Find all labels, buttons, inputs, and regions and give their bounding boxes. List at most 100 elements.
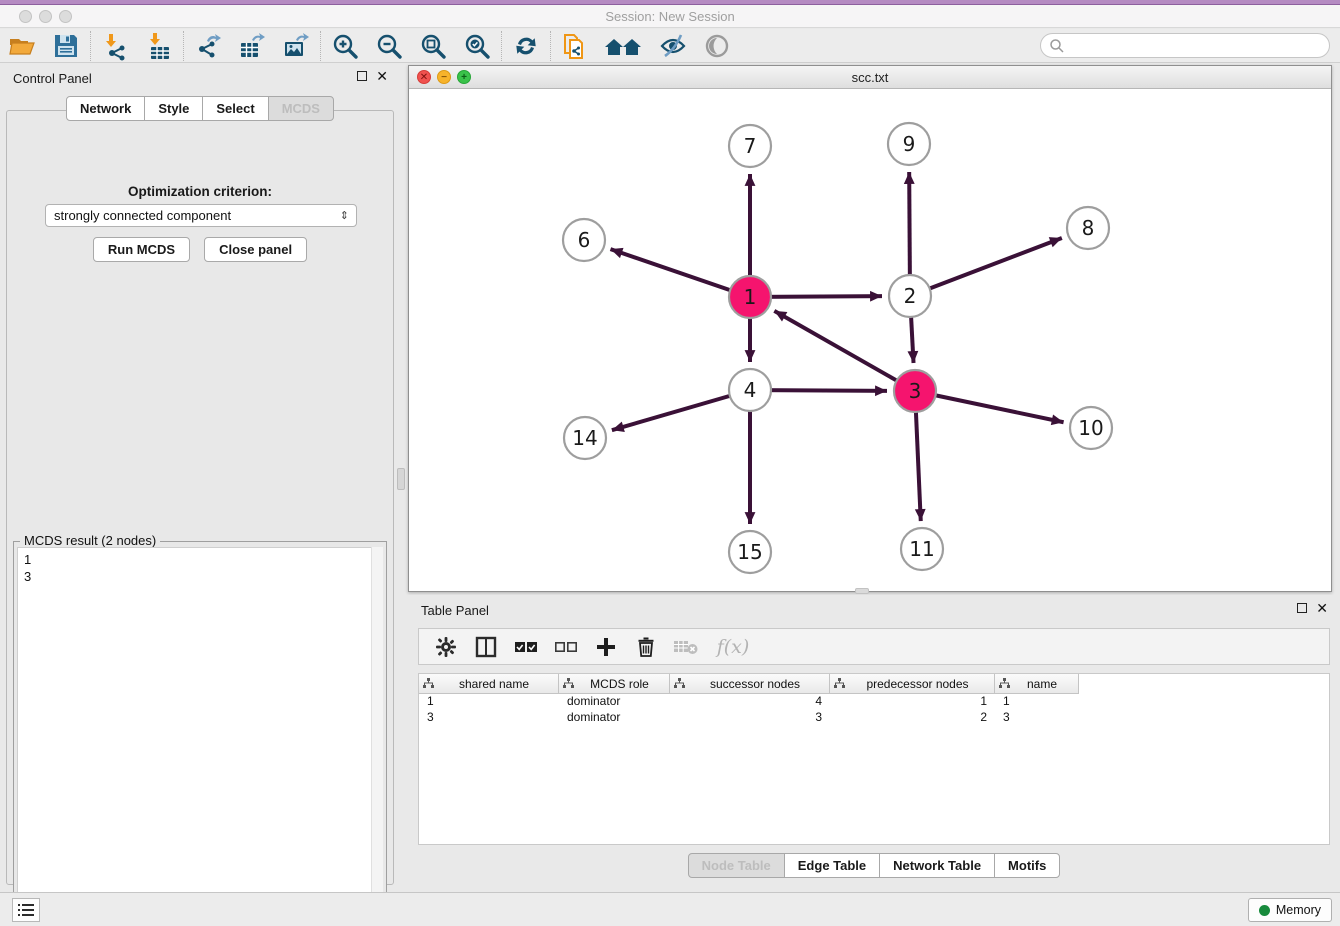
table-cell[interactable]: 2 [830,710,995,726]
zoom-fit-icon[interactable] [411,30,455,62]
import-table-icon[interactable] [137,30,181,62]
table-cell[interactable]: dominator [559,710,670,726]
graph-node-1[interactable]: 1 [729,276,771,318]
graph-edge-3-1[interactable] [774,311,915,391]
delete-icon[interactable] [633,634,659,660]
graph-node-15[interactable]: 15 [729,531,771,573]
table-cell[interactable]: 3 [995,710,1079,726]
select-all-icon[interactable] [513,634,539,660]
graph-node-7[interactable]: 7 [729,125,771,167]
table-cell[interactable]: 1 [419,694,559,710]
column-header-name[interactable]: name [995,674,1079,694]
zoom-out-icon[interactable] [367,30,411,62]
graph-node-10[interactable]: 10 [1070,407,1112,449]
search-field[interactable] [1040,33,1330,58]
function-builder-icon[interactable]: f(x) [713,634,753,660]
export-table-icon[interactable] [230,30,274,62]
graph-edge-2-8[interactable] [910,238,1062,296]
svg-text:6: 6 [578,228,591,252]
close-table-panel-icon[interactable]: ✕ [1316,603,1328,613]
search-input[interactable] [1065,36,1329,56]
tab-node-table[interactable]: Node Table [688,853,785,878]
export-image-icon[interactable] [274,30,318,62]
network-view-window: ✕ − + scc.txt 7 9 6 8 1 2 4 3 14 10 15 11 [408,65,1332,592]
graph-node-4[interactable]: 4 [729,369,771,411]
graph-node-2[interactable]: 2 [889,275,931,317]
memory-status-icon [1259,905,1270,916]
table-row[interactable]: 1dominator411 [419,694,1329,710]
tab-motifs[interactable]: Motifs [994,853,1060,878]
delete-table-icon[interactable] [673,634,699,660]
export-network-icon[interactable] [186,30,230,62]
open-session-icon[interactable] [0,30,44,62]
tab-style[interactable]: Style [144,96,203,121]
control-panel: Control Panel ✕ NetworkStyleSelectMCDS O… [0,63,400,892]
svg-text:8: 8 [1082,216,1095,240]
save-session-icon[interactable] [44,30,88,62]
svg-text:14: 14 [572,426,597,450]
panel-splitter-handle[interactable] [397,468,405,490]
column-edit-icon [563,678,574,689]
reset-view-icon[interactable] [597,30,651,62]
tab-network-table[interactable]: Network Table [879,853,995,878]
graph-edge-3-10[interactable] [915,391,1064,422]
gear-icon[interactable] [433,634,459,660]
table-cell[interactable]: 3 [670,710,830,726]
column-header-MCDS-role[interactable]: MCDS role [559,674,670,694]
column-edit-icon [999,678,1010,689]
zoom-in-icon[interactable] [323,30,367,62]
table-row[interactable]: 3dominator323 [419,710,1329,726]
graph-node-14[interactable]: 14 [564,417,606,459]
table-cell[interactable]: 1 [995,694,1079,710]
deselect-all-icon[interactable] [553,634,579,660]
toolbar-separator [183,31,184,61]
table-panel-tabs: Node TableEdge TableNetwork TableMotifs [408,853,1340,878]
graph-node-9[interactable]: 9 [888,123,930,165]
column-layout-icon[interactable] [473,634,499,660]
network-window-titlebar[interactable]: ✕ − + scc.txt [409,66,1331,89]
node-table[interactable]: shared nameMCDS rolesuccessor nodesprede… [418,673,1330,845]
column-header-successor-nodes[interactable]: successor nodes [670,674,830,694]
window-resize-handle[interactable] [855,588,869,594]
import-network-icon[interactable] [93,30,137,62]
add-column-icon[interactable] [593,634,619,660]
graph-node-6[interactable]: 6 [563,219,605,261]
network-window-title: scc.txt [409,70,1331,85]
column-header-predecessor-nodes[interactable]: predecessor nodes [830,674,995,694]
task-history-button[interactable] [12,898,40,922]
float-panel-icon[interactable] [357,71,367,81]
toggle-graphics-details-icon[interactable] [651,30,695,62]
tab-network[interactable]: Network [66,96,145,121]
tab-edge-table[interactable]: Edge Table [784,853,880,878]
level-of-detail-icon[interactable] [695,30,739,62]
criterion-dropdown[interactable]: strongly connected component ⇕ [45,204,357,227]
mcds-result-text[interactable]: 1 3 [17,547,383,919]
memory-button[interactable]: Memory [1248,898,1332,922]
graph-node-8[interactable]: 8 [1067,207,1109,249]
tab-mcds[interactable]: MCDS [268,96,334,121]
zoom-selected-icon[interactable] [455,30,499,62]
network-canvas[interactable]: 7 9 6 8 1 2 4 3 14 10 15 11 [409,89,1331,591]
tab-select[interactable]: Select [202,96,268,121]
apply-layout-icon[interactable] [504,30,548,62]
table-cell[interactable]: 1 [830,694,995,710]
optimization-criterion-label: Optimization criterion: [7,184,393,199]
float-table-panel-icon[interactable] [1297,603,1307,613]
result-scrollbar[interactable] [371,547,383,919]
clone-network-icon[interactable] [553,30,597,62]
graph-node-3[interactable]: 3 [894,370,936,412]
column-header-shared-name[interactable]: shared name [419,674,559,694]
svg-text:15: 15 [737,540,762,564]
graph-node-11[interactable]: 11 [901,528,943,570]
table-cell[interactable]: 4 [670,694,830,710]
control-panel-title: Control Panel [13,71,92,86]
svg-text:7: 7 [744,134,757,158]
criterion-value: strongly connected component [54,208,231,223]
table-cell[interactable]: dominator [559,694,670,710]
titlebar: Session: New Session [0,5,1340,28]
graph-edge-1-6[interactable] [610,249,750,297]
table-cell[interactable]: 3 [419,710,559,726]
close-panel-button[interactable]: Close panel [204,237,307,262]
close-panel-icon[interactable]: ✕ [376,71,388,81]
run-mcds-button[interactable]: Run MCDS [93,237,190,262]
